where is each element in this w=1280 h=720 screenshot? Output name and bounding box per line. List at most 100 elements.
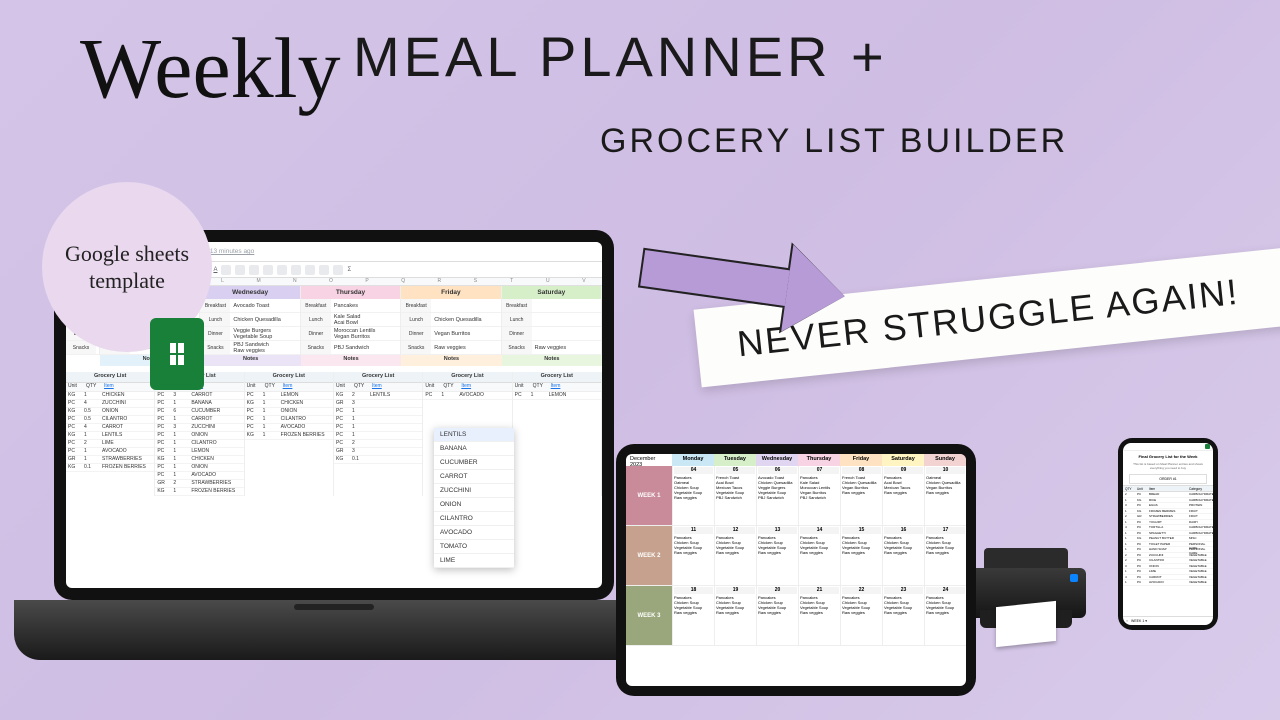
item-col-link[interactable]: Item [281, 383, 333, 391]
grocery-row[interactable]: KG0.1 [334, 456, 422, 464]
autocomplete-item[interactable]: CILANTRO [434, 512, 514, 526]
autocomplete-item[interactable]: TOMATO [434, 540, 514, 554]
grocery-row[interactable]: PC1 [334, 416, 422, 424]
borders-icon[interactable] [235, 265, 245, 275]
calendar-cell[interactable]: 09PancakesAcai BowlMexican TacosRaw vegg… [882, 466, 924, 525]
grocery-row[interactable]: PC1LEMON [245, 392, 333, 400]
grocery-row[interactable]: PC1BANANA [155, 400, 243, 408]
meal-cell[interactable]: Avocado Toast [230, 299, 299, 312]
item-col-link[interactable]: Item [370, 383, 422, 391]
grocery-row[interactable]: PC2LIME [66, 440, 154, 448]
grocery-row[interactable]: PC0.5CILANTRO [66, 416, 154, 424]
meal-cell[interactable]: Kale SaladAcai Bowl [331, 313, 400, 326]
grocery-row[interactable]: GR1STRAWBERRIES [66, 456, 154, 464]
calendar-cell[interactable]: 07PancakesKale SaladMoroccan LentilsVega… [798, 466, 840, 525]
meal-cell[interactable]: Chicken Quesadilla [230, 313, 299, 326]
meal-cell[interactable]: PBJ Sandwich [331, 341, 400, 354]
autocomplete-dropdown[interactable]: LENTILSBANANACUCUMBERCARROTZUCCHINIONION… [434, 428, 514, 568]
grocery-row[interactable]: PC4CARROT [66, 424, 154, 432]
grocery-row[interactable]: KG1FROZEN BERRIES [155, 488, 243, 496]
wrap-icon[interactable] [277, 265, 287, 275]
autocomplete-item[interactable]: LENTILS [434, 428, 514, 442]
calendar-cell[interactable]: 12PancakesChicken SoupVegetable SoupRaw … [714, 526, 756, 585]
grocery-row[interactable]: PC1LEMON [513, 392, 601, 400]
grocery-row[interactable]: PC1ONION [155, 464, 243, 472]
filter-icon[interactable] [333, 265, 343, 275]
calendar-cell[interactable]: 19PancakesChicken SoupVegetable SoupRaw … [714, 586, 756, 645]
fill-icon[interactable] [221, 265, 231, 275]
grocery-row[interactable]: KG1CHICKEN [245, 400, 333, 408]
text-color-icon[interactable]: A [213, 267, 217, 273]
calendar-cell[interactable]: 20PancakesChicken SoupVegetable SoupRaw … [756, 586, 798, 645]
item-col-link[interactable]: Item [102, 383, 154, 391]
grocery-row[interactable]: PC3ZUCCHINI [155, 424, 243, 432]
calendar-cell[interactable]: 21PancakesChicken SoupVegetable SoupRaw … [798, 586, 840, 645]
grocery-row[interactable]: PC1AVOCADO [245, 424, 333, 432]
calendar-cell[interactable]: 23PancakesChicken SoupVegetable SoupRaw … [882, 586, 924, 645]
grocery-row[interactable]: PC6CUCUMBER [155, 408, 243, 416]
grocery-row[interactable]: PC1CILANTRO [155, 440, 243, 448]
meal-cell[interactable] [532, 299, 601, 312]
grocery-row[interactable]: PC1AVOCADO [66, 448, 154, 456]
calendar-cell[interactable]: 13PancakesChicken SoupVegetable SoupRaw … [756, 526, 798, 585]
calendar-cell[interactable]: 17PancakesChicken SoupVegetable SoupRaw … [924, 526, 966, 585]
grocery-row[interactable]: PC1AVOCADO [423, 392, 511, 400]
comment-icon[interactable] [305, 265, 315, 275]
grocery-row[interactable]: PC1LEMON [155, 448, 243, 456]
grocery-row[interactable]: PC1CARROT [155, 416, 243, 424]
meal-cell[interactable]: Veggie BurgersVegetable Soup [230, 327, 299, 340]
meal-cell[interactable]: Chicken Quesadilla [431, 313, 500, 326]
grocery-lists[interactable]: Grocery ListUnitQTYItemKG1CHICKENPC4ZUCC… [66, 372, 602, 496]
item-col-link[interactable]: Item [549, 383, 601, 391]
autocomplete-item[interactable]: ZUCCHINI [434, 484, 514, 498]
grocery-row[interactable]: KG1FROZEN BERRIES [245, 432, 333, 440]
meal-cell[interactable] [532, 327, 601, 340]
grocery-row[interactable]: PC2 [334, 440, 422, 448]
autocomplete-item[interactable]: ONION [434, 498, 514, 512]
grocery-row[interactable]: KG2LENTILS [334, 392, 422, 400]
final-grocery-list[interactable]: Final Grocery List for the WeekThis list… [1123, 443, 1213, 625]
calendar-cell[interactable]: 15PancakesChicken SoupVegetable SoupRaw … [840, 526, 882, 585]
grocery-row[interactable]: PC1 [334, 424, 422, 432]
grocery-row[interactable]: KG1CHICKEN [155, 456, 243, 464]
grocery-row[interactable]: GR2STRAWBERRIES [155, 480, 243, 488]
autocomplete-item[interactable]: LIME [434, 554, 514, 568]
phone-list-row[interactable]: 1PCAVOCADOVEGETABLE [1123, 580, 1213, 586]
calendar-cell[interactable]: 10OatmealChicken QuesadillaVegan Burrito… [924, 466, 966, 525]
grocery-row[interactable]: GR3 [334, 400, 422, 408]
calendar-cell[interactable]: 14PancakesChicken SoupVegetable SoupRaw … [798, 526, 840, 585]
meal-cell[interactable]: Raw veggies [431, 341, 500, 354]
grocery-row[interactable]: PC4ZUCCHINI [66, 400, 154, 408]
calendar-cell[interactable]: 08French ToastChicken QuesadillaVegan Bu… [840, 466, 882, 525]
autocomplete-item[interactable]: CUCUMBER [434, 456, 514, 470]
sheet-tab[interactable]: WEEK 1 ▾ [1131, 619, 1147, 623]
meal-cell[interactable]: Raw veggies [532, 341, 601, 354]
grocery-row[interactable]: PC1 [334, 432, 422, 440]
grocery-row[interactable]: PC1 [334, 408, 422, 416]
grocery-row[interactable]: KG1LENTILS [66, 432, 154, 440]
item-col-link[interactable]: Item [459, 383, 511, 391]
calendar-cell[interactable]: 04PancakesOatmealChicken SoupVegetable S… [672, 466, 714, 525]
calendar-cell[interactable]: 16PancakesChicken SoupVegetable SoupRaw … [882, 526, 924, 585]
meal-cell[interactable]: PBJ SandwichRaw veggies [230, 341, 299, 354]
grocery-row[interactable]: KG1CHICKEN [66, 392, 154, 400]
valign-icon[interactable] [263, 265, 273, 275]
grocery-row[interactable]: PC1ONION [245, 408, 333, 416]
grocery-row[interactable]: KG0.5ONION [66, 408, 154, 416]
grocery-row[interactable]: GR3 [334, 448, 422, 456]
functions-icon[interactable]: Σ [347, 267, 351, 273]
chart-icon[interactable] [319, 265, 329, 275]
align-icon[interactable] [249, 265, 259, 275]
monthly-view[interactable]: December 2023MondayTuesdayWednesdayThurs… [626, 454, 966, 686]
calendar-cell[interactable]: 06Avocado ToastChicken QuesadillaVeggie … [756, 466, 798, 525]
calendar-cell[interactable]: 05French ToastAcai BowlMexican TacosVege… [714, 466, 756, 525]
meal-cell[interactable] [532, 313, 601, 326]
grocery-row[interactable]: PC1AVOCADO [155, 472, 243, 480]
calendar-cell[interactable]: 22PancakesChicken SoupVegetable SoupRaw … [840, 586, 882, 645]
link-icon[interactable] [291, 265, 301, 275]
calendar-cell[interactable]: 18PancakesChicken SoupVegetable SoupRaw … [672, 586, 714, 645]
grocery-row[interactable]: PC3CARROT [155, 392, 243, 400]
autocomplete-item[interactable]: CARROT [434, 470, 514, 484]
autocomplete-item[interactable]: AVOCADO [434, 526, 514, 540]
meal-cell[interactable] [431, 299, 500, 312]
